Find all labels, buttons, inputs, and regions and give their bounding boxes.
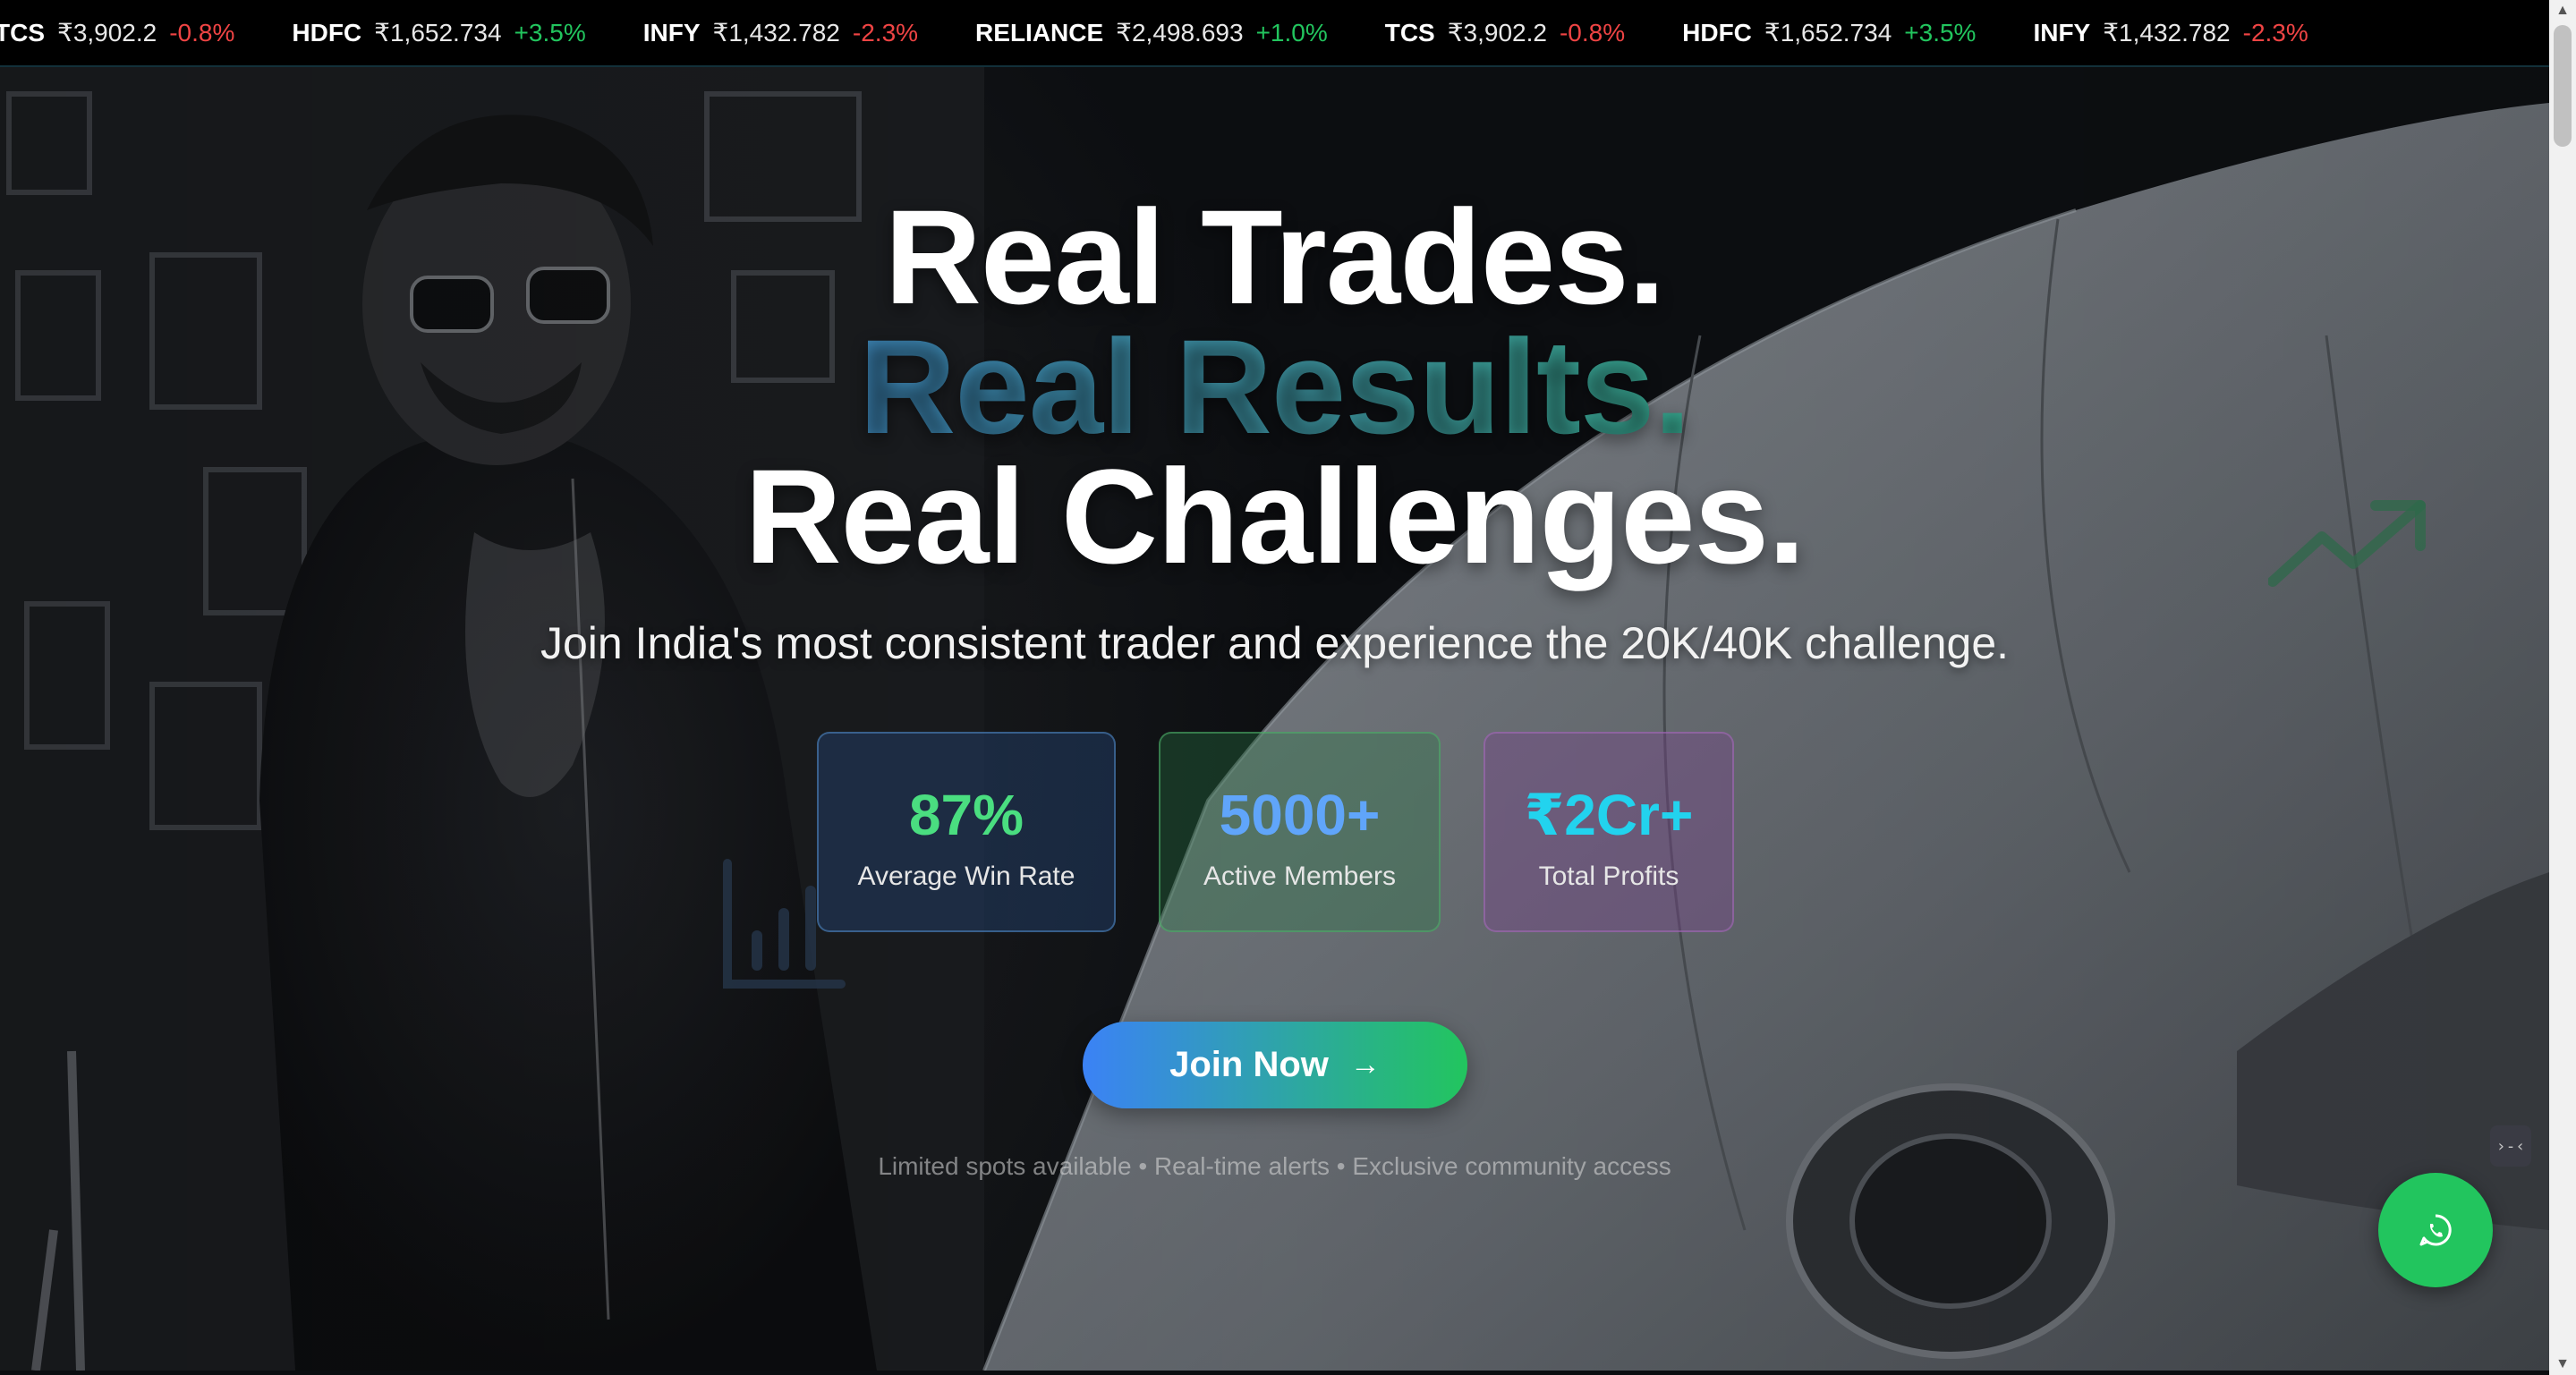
ticker-change: -2.3% <box>2242 18 2308 47</box>
stat-label: Average Win Rate <box>857 861 1075 891</box>
stat-value: 5000+ <box>1219 783 1381 847</box>
headline-gradient-text: Real Results. <box>858 311 1691 462</box>
ticker-track: TCS ₹3,902.2 -0.8% HDFC ₹1,652.734 +3.5%… <box>0 0 2366 65</box>
ticker-change: +3.5% <box>1904 18 1977 47</box>
code-badge-icon[interactable]: ›-‹ <box>2490 1125 2531 1167</box>
ticker-item: INFY ₹1,432.782 -2.3% <box>643 18 918 47</box>
hero-subheadline: Join India's most consistent trader and … <box>540 618 2010 668</box>
scroll-down-arrow-icon[interactable]: ▼ <box>2549 1354 2576 1375</box>
ticker-item: HDFC ₹1,652.734 +3.5% <box>292 18 585 47</box>
ticker-price: ₹3,902.2 <box>1447 19 1547 47</box>
ticker-symbol: HDFC <box>1682 18 1752 47</box>
ticker-change: +3.5% <box>514 18 586 47</box>
ticker-item: TCS ₹3,902.2 -0.8% <box>1385 18 1625 47</box>
ticker-item: HDFC ₹1,652.734 +3.5% <box>1682 18 1976 47</box>
ticker-price: ₹1,432.782 <box>2103 19 2231 47</box>
ticker-item: RELIANCE ₹2,498.693 +1.0% <box>975 18 1328 47</box>
stat-card-total-profits: ₹2Cr+ Total Profits <box>1484 732 1734 932</box>
stat-label: Total Profits <box>1538 861 1679 891</box>
ticker-change: -2.3% <box>852 18 919 47</box>
headline-line-2: Real Results. <box>0 319 2549 454</box>
ticker-change: -0.8% <box>169 18 235 47</box>
join-now-label: Join Now <box>1169 1045 1329 1084</box>
ticker-change: +1.0% <box>1255 18 1328 47</box>
headline-line-1: Real Trades. <box>884 182 1666 332</box>
ticker-price: ₹2,498.693 <box>1116 19 1244 47</box>
ticker-symbol: TCS <box>0 18 45 47</box>
ticker-price: ₹1,432.782 <box>712 19 840 47</box>
hero-section: Real Trades. Real Results. Real Challeng… <box>0 67 2549 1371</box>
whatsapp-button[interactable] <box>2378 1173 2493 1287</box>
join-now-button[interactable]: Join Now → <box>1083 1022 1467 1108</box>
stat-label: Active Members <box>1203 861 1397 891</box>
arrow-right-icon: → <box>1349 1048 1381 1082</box>
scroll-up-arrow-icon[interactable]: ▲ <box>2549 0 2576 21</box>
stock-ticker: TCS ₹3,902.2 -0.8% HDFC ₹1,652.734 +3.5%… <box>0 0 2549 67</box>
stat-card-active-members: 5000+ Active Members <box>1159 732 1441 932</box>
ticker-change: -0.8% <box>1559 18 1626 47</box>
stat-card-win-rate: 87% Average Win Rate <box>817 732 1116 932</box>
hero-footnote: Limited spots available • Real-time aler… <box>878 1152 1671 1180</box>
page-scrollbar[interactable]: ▲ ▼ <box>2549 0 2576 1375</box>
ticker-price: ₹3,902.2 <box>57 19 157 47</box>
scroll-thumb[interactable] <box>2554 25 2572 147</box>
stat-value: 87% <box>908 783 1024 847</box>
ticker-price: ₹1,652.734 <box>1764 19 1892 47</box>
ticker-symbol: INFY <box>2033 18 2091 47</box>
ticker-symbol: INFY <box>642 18 701 47</box>
ticker-item: INFY ₹1,432.782 -2.3% <box>2033 18 2308 47</box>
ticker-symbol: HDFC <box>292 18 362 47</box>
ticker-price: ₹1,652.734 <box>374 19 502 47</box>
stat-value: ₹2Cr+ <box>1524 783 1694 847</box>
ticker-symbol: TCS <box>1384 18 1435 47</box>
ticker-symbol: RELIANCE <box>975 18 1104 47</box>
ticker-item: TCS ₹3,902.2 -0.8% <box>0 18 234 47</box>
whatsapp-icon <box>2419 1214 2452 1246</box>
headline-line-3: Real Challenges. <box>744 441 1805 591</box>
